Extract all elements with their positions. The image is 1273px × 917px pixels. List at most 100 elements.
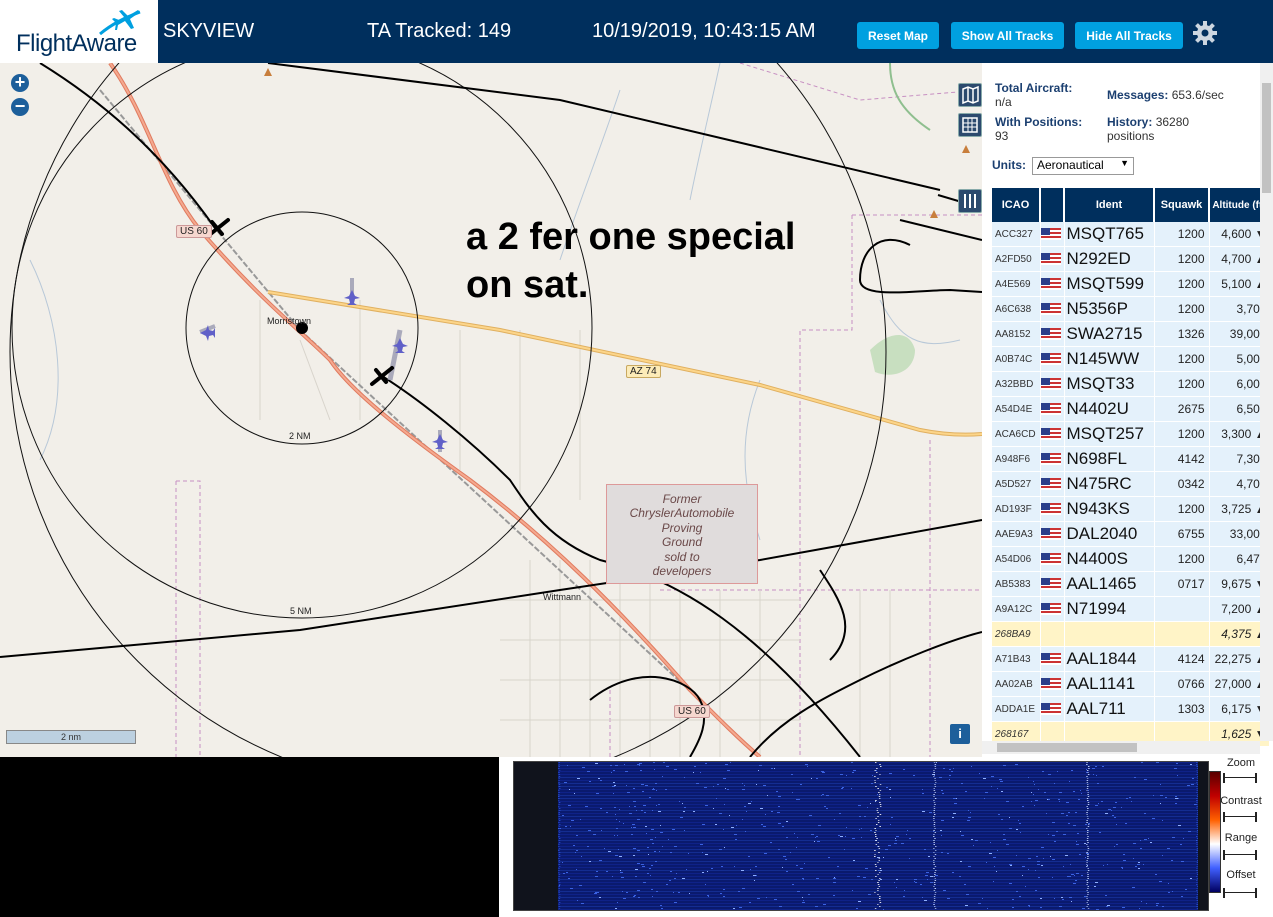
- ring-label-5nm: 5 NM: [290, 606, 312, 616]
- proving-ground-label: Former ChryslerAutomobile Proving Ground…: [629, 492, 735, 579]
- messages-value: 653.6/sec: [1171, 88, 1224, 102]
- logo-text: FlightAware: [16, 30, 137, 57]
- sidebar-horizontal-scrollbar[interactable]: [982, 741, 1260, 754]
- columns-button[interactable]: [958, 189, 982, 213]
- cell-squawk: 0766: [1154, 671, 1210, 697]
- chevron-down-icon: ▼: [1120, 158, 1129, 168]
- cell-flag: [1040, 421, 1065, 447]
- table-row[interactable]: A71B43 AAL1844 4124 22,275 ▲: [992, 646, 1270, 672]
- cell-flag: [1040, 621, 1065, 647]
- units-select[interactable]: Aeronautical ▼: [1032, 157, 1134, 175]
- with-positions-label: With Positions:: [995, 115, 1083, 129]
- total-aircraft: Total Aircraft: n/a: [995, 81, 1072, 109]
- us-flag-icon: [1040, 252, 1061, 265]
- cell-flag: [1040, 546, 1065, 572]
- sidebar-vertical-scrollbar[interactable]: [1260, 63, 1273, 741]
- table-row[interactable]: ADDA1E AAL711 1303 6,175 ▼: [992, 696, 1270, 722]
- range-slider[interactable]: [1223, 850, 1257, 860]
- reset-map-button[interactable]: Reset Map: [857, 22, 939, 49]
- map-view[interactable]: + − a 2 fer one special on sat. Morristo…: [0, 63, 982, 757]
- table-row[interactable]: A0B74C N145WW 1200 5,000: [992, 346, 1270, 372]
- cell-flag: [1040, 446, 1065, 472]
- ring-label-2nm: 2 NM: [289, 431, 311, 441]
- cell-icao: ADDA1E: [992, 696, 1041, 722]
- zoom-in-button[interactable]: +: [11, 73, 29, 92]
- table-row[interactable]: A4E569 MSQT599 1200 5,100 ▲: [992, 271, 1270, 297]
- cell-squawk: 1326: [1154, 321, 1210, 347]
- table-row[interactable]: ACC327 MSQT765 1200 4,600 ▼: [992, 222, 1270, 247]
- cell-icao: A948F6: [992, 446, 1041, 472]
- columns-icon: [964, 194, 976, 208]
- table-row[interactable]: AA02AB AAL1141 0766 27,000 ▲: [992, 671, 1270, 697]
- table-row[interactable]: A9A12C N71994 7,200 ▲: [992, 596, 1270, 622]
- map-layers-button[interactable]: [958, 83, 982, 107]
- us-flag-icon: [1040, 327, 1061, 340]
- col-icao[interactable]: ICAO: [992, 188, 1041, 222]
- zoom-out-button[interactable]: −: [11, 97, 29, 116]
- table-row[interactable]: AD193F N943KS 1200 3,725 ▲: [992, 496, 1270, 522]
- col-ident[interactable]: Ident: [1064, 188, 1155, 222]
- offset-slider[interactable]: [1223, 888, 1257, 898]
- cell-squawk: 1200: [1154, 246, 1210, 272]
- table-row[interactable]: 268BA9 4,375 ▲: [992, 621, 1270, 647]
- cell-icao: ACA6CD: [992, 421, 1041, 447]
- col-squawk[interactable]: Squawk: [1154, 188, 1210, 222]
- place-label-morristown: Morristown: [267, 316, 312, 326]
- waterfall-display[interactable]: [558, 762, 1198, 910]
- cell-flag: [1040, 671, 1065, 697]
- contrast-slider[interactable]: [1223, 812, 1257, 822]
- cell-squawk: 2675: [1154, 396, 1210, 422]
- cell-ident: AAL1465: [1064, 571, 1155, 597]
- vertical-scroll-thumb[interactable]: [1262, 83, 1271, 193]
- table-row[interactable]: AB5383 AAL1465 0717 9,675 ▼: [992, 571, 1270, 597]
- zoom-slider[interactable]: [1223, 773, 1257, 783]
- cell-ident: SWA2715: [1064, 321, 1155, 347]
- cell-flag: [1040, 296, 1065, 322]
- table-row[interactable]: A2FD50 N292ED 1200 4,700 ▲: [992, 246, 1270, 272]
- table-row[interactable]: A32BBD MSQT33 1200 6,000: [992, 371, 1270, 397]
- cell-icao: AA02AB: [992, 671, 1041, 697]
- cell-ident: N5356P: [1064, 296, 1155, 322]
- us-flag-icon: [1040, 227, 1061, 240]
- scale-bar: 2 nm: [6, 730, 136, 744]
- cell-squawk: 6755: [1154, 521, 1210, 547]
- flightaware-logo[interactable]: FlightAware: [0, 0, 158, 63]
- info-button[interactable]: i: [950, 724, 970, 744]
- cell-icao: AB5383: [992, 571, 1041, 597]
- table-row[interactable]: AAE9A3 DAL2040 6755 33,000: [992, 521, 1270, 547]
- cell-icao: A32BBD: [992, 371, 1041, 397]
- cell-flag: [1040, 396, 1065, 422]
- table-row[interactable]: A54D4E N4402U 2675 6,500: [992, 396, 1270, 422]
- cell-flag: [1040, 571, 1065, 597]
- history-unit: positions: [1107, 129, 1155, 143]
- table-row[interactable]: A948F6 N698FL 4142 7,300: [992, 446, 1270, 472]
- cell-flag: [1040, 246, 1065, 272]
- gear-icon[interactable]: [1192, 20, 1218, 46]
- app-title: SKYVIEW: [163, 20, 255, 42]
- col-flag[interactable]: [1040, 188, 1065, 222]
- map-canvas[interactable]: [0, 63, 982, 757]
- units-label: Units:: [992, 158, 1026, 172]
- cell-icao: A0B74C: [992, 346, 1041, 372]
- cell-flag: [1040, 271, 1065, 297]
- hide-all-tracks-button[interactable]: Hide All Tracks: [1075, 22, 1183, 49]
- table-header-row: ICAO Ident Squawk Altitude (ft): [992, 188, 1270, 222]
- us-flag-icon: [1040, 402, 1061, 415]
- table-row[interactable]: A6C638 N5356P 1200 3,700: [992, 296, 1270, 322]
- grid-button[interactable]: [958, 113, 982, 137]
- horizontal-scroll-thumb[interactable]: [997, 743, 1137, 752]
- datetime: 10/19/2019, 10:43:15 AM: [592, 20, 816, 42]
- cell-icao: A9A12C: [992, 596, 1041, 622]
- table-row[interactable]: A5D527 N475RC 0342 4,700: [992, 471, 1270, 497]
- show-all-tracks-button[interactable]: Show All Tracks: [951, 22, 1064, 49]
- cell-flag: [1040, 521, 1065, 547]
- road-shield-us60-south: US 60: [674, 705, 710, 718]
- table-row[interactable]: A54D06 N4400S 1200 6,475: [992, 546, 1270, 572]
- cell-icao: 268BA9: [992, 621, 1041, 647]
- table-row[interactable]: ACA6CD MSQT257 1200 3,300 ▲: [992, 421, 1270, 447]
- map-icon: [962, 85, 979, 105]
- table-row[interactable]: AA8152 SWA2715 1326 39,000: [992, 321, 1270, 347]
- us-flag-icon: [1040, 677, 1061, 690]
- place-label-wittmann: Wittmann: [543, 592, 582, 602]
- cell-ident: N145WW: [1064, 346, 1155, 372]
